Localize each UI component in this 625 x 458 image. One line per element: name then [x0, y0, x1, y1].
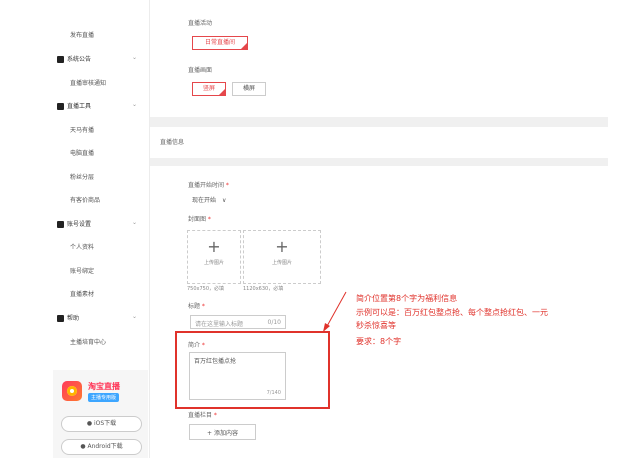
title-label: 标题 *: [188, 301, 205, 310]
sidebar-item-tianma[interactable]: 天马有播: [44, 125, 149, 134]
annotation-line-2: 示例可以是：百万红包整点抢、每个整点抢红包、一元: [356, 308, 548, 317]
ios-download-label: iOS下载: [93, 420, 117, 427]
activity-daily-label: 日常直播间: [204, 39, 235, 46]
activity-label: 直播活动: [188, 20, 213, 27]
upload-caption: 上传图片: [203, 260, 224, 266]
section-divider: [150, 158, 608, 166]
sidebar-group-announcements[interactable]: 系统公告 ⌄: [44, 54, 149, 63]
sidebar-item-materials[interactable]: 直播素材: [44, 289, 149, 298]
start-time-label: 直播开始时间 *: [188, 180, 229, 189]
sidebar-item-pc-live[interactable]: 电脑直播: [44, 148, 149, 157]
annotation-arrow: [323, 291, 347, 332]
info-section-title: 直播信息: [160, 139, 185, 146]
app-subtitle: 主播专用版: [88, 393, 120, 402]
sidebar-group-account[interactable]: 账号设置 ⌄: [44, 219, 149, 228]
title-label-text: 标题: [188, 303, 201, 310]
app-title: 淘宝直播: [88, 382, 120, 391]
plus-icon: +: [275, 237, 289, 256]
screen-vertical-button[interactable]: 竖屏: [192, 82, 226, 96]
chevron-down-icon: ⌄: [131, 313, 137, 320]
sidebar-item-label: 粉丝分层: [70, 174, 95, 181]
screen-horizontal-label: 横屏: [242, 85, 255, 92]
sidebar-item-label: 天马有播: [70, 127, 95, 134]
sidebar-item-publish-live[interactable]: 发布直播: [44, 30, 149, 39]
sidebar-item-profile[interactable]: 个人资料: [44, 242, 149, 251]
sidebar-item-label: 直播素材: [70, 291, 95, 298]
cover-label: 封面图 *: [188, 214, 211, 223]
plus-icon: +: [207, 237, 221, 256]
chevron-down-icon: ⌄: [131, 219, 137, 226]
sidebar-item-products[interactable]: 有客价商品: [44, 195, 149, 204]
apple-icon: ●: [86, 420, 94, 427]
start-time-select[interactable]: 现在开始 ∨: [192, 195, 226, 204]
annotation-line-4: 要求：8个字: [356, 337, 402, 346]
upload-caption: 上传图片: [271, 260, 292, 266]
selected-corner-icon: [241, 43, 247, 49]
start-time-value: 现在开始: [192, 197, 217, 204]
android-download-label: Android下载: [87, 443, 123, 450]
annotation-line-3: 秒杀惊喜等: [356, 321, 396, 330]
sidebar-item-label: 发布直播: [70, 32, 95, 39]
tools-icon: [57, 103, 64, 110]
plus-icon: +: [207, 430, 214, 437]
upload-size-hint-1: 750x750，必填: [187, 286, 225, 292]
required-mark: *: [212, 412, 217, 419]
cover-upload-wide[interactable]: + 上传图片: [243, 230, 321, 284]
activity-daily-button[interactable]: 日常直播间: [192, 36, 248, 50]
sidebar-group-help[interactable]: 帮助 ⌄: [44, 313, 149, 322]
taobao-live-logo: [62, 381, 82, 401]
sidebar-item-label: 有客价商品: [70, 197, 101, 204]
sidebar-item-label: 主播培育中心: [70, 339, 107, 346]
required-mark: *: [206, 216, 211, 223]
sidebar-group-live-tools[interactable]: 直播工具 ⌄: [44, 101, 149, 110]
channel-label: 直播栏目 *: [188, 410, 217, 419]
sidebar-item-label: 直播审核通知: [70, 80, 107, 87]
annotation-line-1: 简介位置第8个字为福利信息: [356, 294, 458, 303]
sidebar-group-label: 系统公告: [67, 56, 92, 63]
screen-horizontal-button[interactable]: 横屏: [232, 82, 266, 96]
screen-vertical-label: 竖屏: [202, 85, 215, 92]
selected-corner-icon: [219, 89, 225, 95]
android-download-button[interactable]: ● Android下载: [61, 439, 142, 455]
sidebar-group-label: 帮助: [67, 315, 80, 322]
add-content-label: 添加内容: [213, 430, 238, 437]
cover-upload-square[interactable]: + 上传图片: [187, 230, 241, 284]
app-download-panel: 淘宝直播 主播专用版 ● iOS下载 ● Android下载: [53, 370, 148, 458]
sidebar-item-label: 账号绑定: [70, 268, 95, 275]
sidebar-item-label: 个人资料: [70, 244, 95, 251]
help-icon: [57, 315, 64, 322]
sidebar-group-label: 直播工具: [67, 103, 92, 110]
chevron-down-icon: ⌄: [131, 54, 137, 61]
add-content-button[interactable]: + 添加内容: [189, 424, 256, 440]
title-counter: 0/10: [267, 319, 281, 326]
required-mark: *: [224, 182, 229, 189]
ios-download-button[interactable]: ● iOS下载: [61, 416, 142, 432]
announcement-icon: [57, 56, 64, 63]
channel-label-text: 直播栏目: [188, 412, 213, 419]
chevron-down-icon: ∨: [222, 197, 227, 204]
sidebar-item-fans[interactable]: 粉丝分层: [44, 172, 149, 181]
title-placeholder: 请在这里输入标题: [195, 321, 244, 328]
sidebar-item-binding[interactable]: 账号绑定: [44, 266, 149, 275]
title-input[interactable]: 请在这里输入标题 0/10: [190, 315, 286, 329]
required-mark: *: [200, 303, 205, 310]
section-divider: [150, 117, 608, 127]
chevron-down-icon: ⌄: [131, 101, 137, 108]
cover-label-text: 封面图: [188, 216, 207, 223]
screen-label: 直播画面: [188, 67, 213, 74]
start-time-label-text: 直播开始时间: [188, 182, 225, 189]
account-icon: [57, 221, 64, 228]
sidebar-group-label: 账号设置: [67, 221, 92, 228]
upload-size-hint-2: 1120x630，必填: [243, 286, 284, 292]
sidebar-item-label: 电脑直播: [70, 150, 95, 157]
sidebar-item-training[interactable]: 主播培育中心: [44, 337, 149, 346]
annotation-highlight-box: [175, 331, 330, 409]
sidebar-item-review-notice[interactable]: 直播审核通知: [44, 78, 149, 87]
